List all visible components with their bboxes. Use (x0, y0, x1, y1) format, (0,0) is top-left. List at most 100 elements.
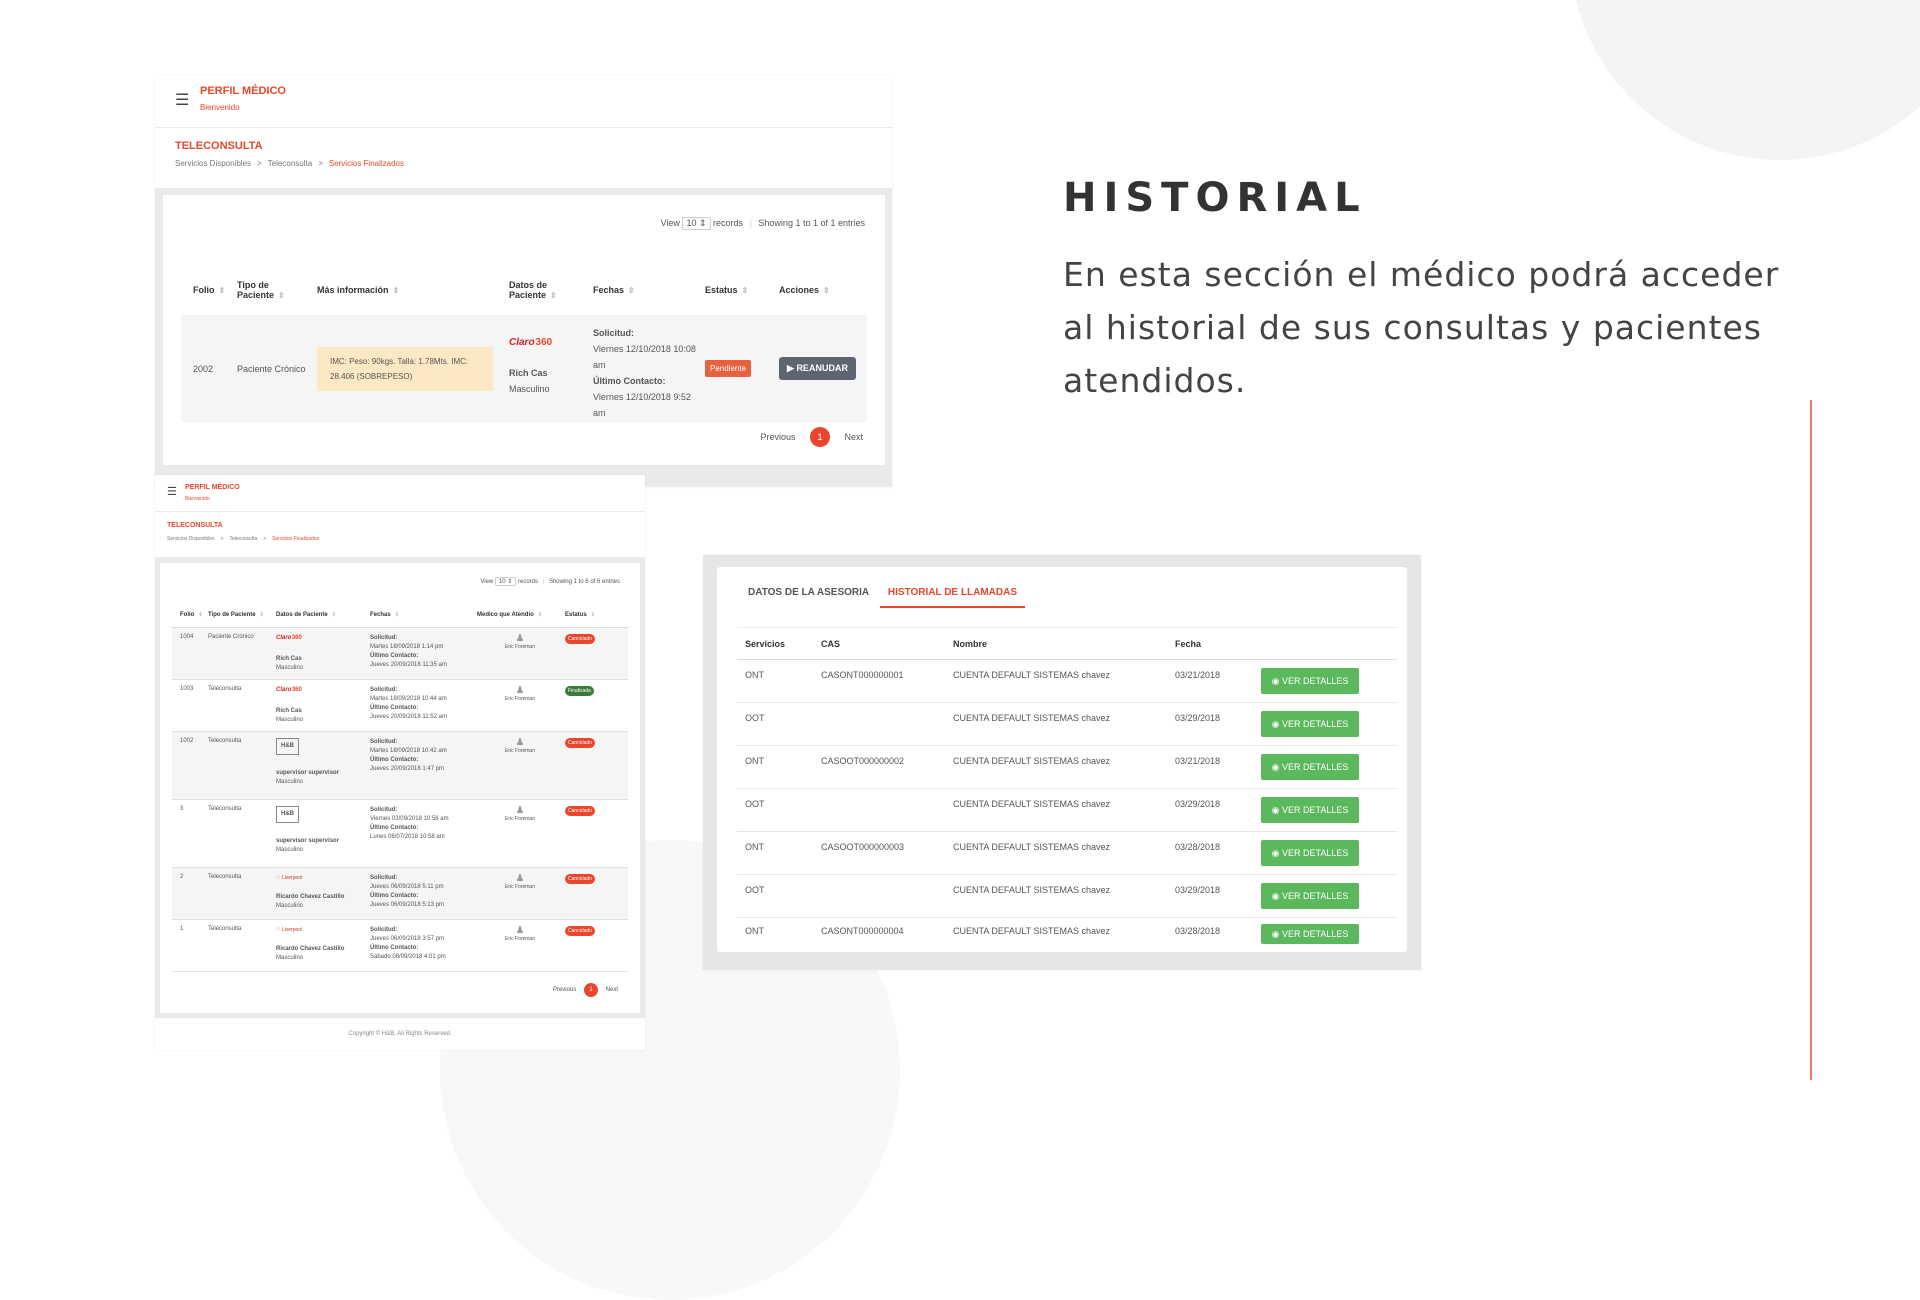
pagination: Previous 1 Next (760, 427, 863, 447)
ver-detalles-button[interactable]: ◉ VER DETALLES (1261, 924, 1359, 944)
eye-icon: ◉ (1271, 848, 1280, 858)
page-heading: HISTORIAL (1063, 175, 1367, 221)
table-header-row: Folio ⇕ Tipo de Paciente ⇕ Más información… (181, 265, 867, 315)
ultimo-contacto-label: Último Contacto: (370, 756, 419, 763)
solicitud-date: Jueves 06/09/2018 5:11 pm (370, 883, 444, 890)
claro360-logo: Claro 360 (276, 634, 302, 641)
ver-detalles-button[interactable]: ◉ VER DETALLES (1261, 840, 1359, 866)
solicitud-label: Solicitud: (370, 926, 398, 933)
patient-type-link[interactable]: Paciente Crónico (207, 627, 275, 679)
column-header[interactable]: Estatus ⇕ (564, 603, 628, 627)
status-badge: Cancelado (565, 805, 595, 816)
breadcrumb-item[interactable]: Servicios Disponibles (167, 536, 215, 542)
previous-link[interactable]: Previous (760, 432, 795, 442)
hamburger-menu-icon[interactable]: ☰ (175, 93, 189, 109)
breadcrumb-item-active: Servicios Finalizados (272, 536, 320, 542)
column-header[interactable]: Folio ⇕ (172, 603, 207, 627)
page-description: En esta sección el médico podrá acceder … (1063, 255, 1780, 400)
column-header[interactable]: Datos de Paciente ⇕ (508, 265, 592, 315)
ultimo-contacto-label: Último Contacto: (370, 824, 419, 831)
calls-table: Servicios CAS Nombre Fecha ONT CASONT000… (737, 627, 1397, 948)
name-cell: CUENTA DEFAULT SISTEMAS chavez (953, 885, 1111, 895)
folio-cell: 3 (180, 805, 184, 812)
column-header[interactable]: Fechas ⇕ (592, 265, 704, 315)
hamburger-menu-icon[interactable]: ☰ (167, 487, 177, 498)
records-select-value: 10 (498, 579, 506, 585)
records-select[interactable]: 10 ⇕ (682, 217, 711, 230)
column-header[interactable]: Acciones ⇕ (778, 265, 867, 315)
ultimo-contacto-date: Lunes 06/07/2018 10:58 am (370, 833, 445, 840)
copyright-text: Copyright © H&B, All Rights Reserved. (348, 1031, 452, 1037)
records-label: records (518, 579, 539, 585)
records-control: View 10 ⇕ records | Showing 1 to 6 of 6 … (480, 577, 620, 586)
patient-name: supervisor supervisor (276, 837, 340, 844)
breadcrumb-item[interactable]: Teleconsulta (229, 536, 257, 542)
page-1-button[interactable]: 1 (583, 983, 598, 997)
brand-title: PERFIL MÉDICO (185, 484, 240, 491)
ultimo-contacto-date: Jueves 20/09/2018 11:52 am (370, 713, 447, 720)
date-cell: 03/29/2018 (1175, 713, 1221, 723)
table-row: ONT CASOOT000000003 CUENTA DEFAULT SISTE… (737, 832, 1397, 875)
patient-type-link[interactable]: Paciente Crónico (236, 315, 316, 422)
previous-link[interactable]: Previous (553, 987, 576, 993)
cas-cell (820, 703, 952, 746)
services-table: Folio ⇕ Tipo de Paciente ⇕ Más información… (181, 265, 867, 422)
patient-name: Ricardo Chavez Castillo (276, 945, 345, 952)
name-cell: CUENTA DEFAULT SISTEMAS chavez (953, 713, 1111, 723)
breadcrumb-item[interactable]: Teleconsulta (268, 159, 312, 168)
doctor-avatar-icon: ♟ (515, 804, 525, 816)
patient-type: Teleconsulta (208, 925, 242, 932)
reanudar-button[interactable]: ▶ REANUDAR (779, 357, 856, 380)
ver-detalles-button[interactable]: ◉ VER DETALLES (1261, 668, 1359, 694)
table-row: 1003 Teleconsulta Claro 360 Rich Cas Mascu… (172, 679, 628, 731)
doctor-avatar-icon: ♟ (515, 924, 525, 936)
table-row: OOT CUENTA DEFAULT SISTEMAS chavez 03/29… (737, 789, 1397, 832)
patient-gender: Masculino (276, 902, 304, 909)
ver-detalles-button[interactable]: ◉ VER DETALLES (1261, 883, 1359, 909)
cas-cell: CASONT000000001 (821, 670, 904, 680)
ver-detalles-button[interactable]: ◉ VER DETALLES (1261, 754, 1359, 780)
next-link[interactable]: Next (844, 432, 863, 442)
patient-type: Teleconsulta (208, 873, 242, 880)
page-1-button[interactable]: 1 (809, 427, 830, 447)
column-header[interactable]: Datos de Paciente ⇕ (275, 603, 369, 627)
next-link[interactable]: Next (606, 987, 618, 993)
liverpool-logo: ♡ Liverpool (276, 926, 303, 933)
table-row: 2 Teleconsulta ♡ Liverpool Ricardo Chavez… (172, 867, 628, 919)
footer: Copyright © H&B, All Rights Reserved. (155, 1018, 645, 1050)
service-cell: ONT (745, 756, 764, 766)
doctor-name: Eric Foreman (504, 643, 535, 650)
column-header[interactable]: Medico que Atendio ⇕ (476, 603, 564, 627)
tab-datos-asesoria[interactable]: DATOS DE LA ASESORIA (740, 587, 877, 606)
tab-bar: DATOS DE LA ASESORIA HISTORIAL DE LLAMAD… (740, 587, 1025, 608)
column-header[interactable]: Más información ⇕ (316, 265, 508, 315)
breadcrumb-item[interactable]: Servicios Disponibles (175, 159, 251, 168)
patient-type: Teleconsulta (208, 737, 242, 744)
column-header[interactable]: Fechas ⇕ (369, 603, 476, 627)
ver-detalles-label: VER DETALLES (1282, 848, 1349, 858)
ultimo-contacto-date: Sábado 08/09/2018 4:01 pm (370, 953, 446, 960)
column-header: CAS (821, 638, 841, 649)
solicitud-label: Solicitud: (370, 686, 398, 693)
records-select[interactable]: 10 ⇕ (494, 577, 517, 586)
patient-gender: Masculino (276, 846, 304, 853)
column-header[interactable]: Folio ⇕ (181, 265, 236, 315)
column-header[interactable]: Tipo de Paciente ⇕ (207, 603, 275, 627)
ver-detalles-button[interactable]: ◉ VER DETALLES (1261, 711, 1359, 737)
tab-historial-llamadas[interactable]: HISTORIAL DE LLAMADAS (879, 587, 1025, 608)
ver-detalles-label: VER DETALLES (1282, 676, 1349, 686)
status-badge: Pendiente (705, 360, 752, 377)
history-table: Folio ⇕ Tipo de Paciente ⇕ Datos de Pacien… (172, 603, 628, 972)
table-row: 3 Teleconsulta H&B supervisor supervisor M… (172, 799, 628, 867)
header-area: TELECONSULTA Servicios Disponibles > Telec… (155, 512, 645, 557)
table-row: ONT CASONT000000001 CUENTA DEFAULT SISTE… (737, 660, 1397, 703)
column-header[interactable]: Tipo de Paciente ⇕ (236, 265, 316, 315)
table-row: OOT CUENTA DEFAULT SISTEMAS chavez 03/29… (737, 875, 1397, 918)
ver-detalles-button[interactable]: ◉ VER DETALLES (1261, 797, 1359, 823)
patient-gender: Masculino (276, 664, 304, 671)
date-cell: 03/28/2018 (1175, 926, 1221, 936)
column-header[interactable]: Estatus ⇕ (704, 265, 778, 315)
patient-gender: Masculino (276, 778, 304, 785)
column-header: Nombre (953, 638, 988, 649)
patient-gender: Masculino (276, 716, 304, 723)
